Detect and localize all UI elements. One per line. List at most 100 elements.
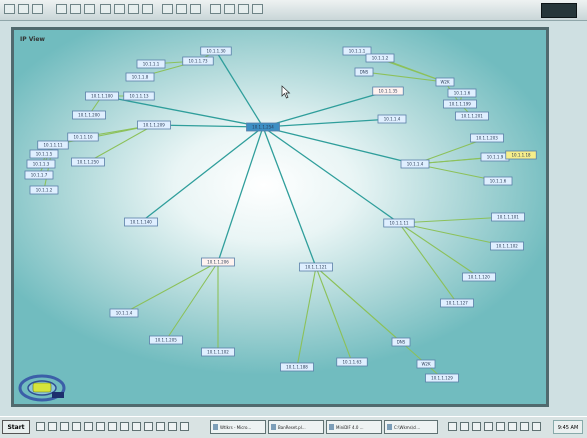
topology-node[interactable]: 10.1.1.4 (377, 114, 407, 124)
topology-node[interactable]: 10.1.1.63 (336, 357, 368, 367)
tray-battery-icon[interactable] (532, 422, 541, 431)
topology-node[interactable]: 10.1.1.2 (29, 185, 59, 195)
topology-node[interactable]: 10.1.1.121 (299, 262, 333, 272)
topology-node[interactable]: W2K (416, 359, 436, 369)
topology-node[interactable]: 10.1.1.101 (491, 212, 525, 222)
topology-node[interactable]: 10.1.1.201 (455, 111, 489, 121)
topology-node-label: 10.1.1.4 (407, 161, 424, 166)
tray-volume-icon[interactable] (448, 422, 457, 431)
start-button[interactable]: Start (2, 420, 30, 434)
topology-node[interactable]: 10.1.1.4 (400, 159, 430, 169)
back-icon[interactable] (4, 4, 15, 14)
window-controls[interactable] (541, 3, 577, 18)
stop-icon[interactable] (32, 4, 43, 14)
topology-node[interactable]: 10.1.1.6 (483, 176, 513, 186)
topology-node[interactable]: 10.1.1.7 (24, 170, 54, 180)
properties-icon[interactable] (224, 4, 235, 14)
quicklaunch-help-icon[interactable] (156, 422, 165, 431)
taskbar: Start Wtlkrs - Micro... BanReset.pl... M… (0, 416, 587, 438)
tray-network-icon[interactable] (460, 422, 469, 431)
open-icon[interactable] (70, 4, 81, 14)
quicklaunch-mail-icon[interactable] (60, 422, 69, 431)
topology-node[interactable]: 10.1.1.11 (37, 140, 69, 150)
topology-node-label: 10.1.1.11 (389, 220, 409, 225)
topology-node[interactable]: 10.1.1.1 (136, 59, 166, 69)
topology-link (262, 126, 400, 224)
topology-node[interactable]: 10.1.1.102 (201, 347, 235, 357)
topology-node[interactable]: 10.1.1.6 (447, 88, 477, 98)
taskbar-task-2[interactable]: BanReset.pl... (268, 420, 324, 434)
help-icon[interactable] (252, 4, 263, 14)
topology-node[interactable]: 10.1.1.203 (470, 133, 504, 143)
topology-node[interactable]: 10.1.1.209 (137, 120, 171, 130)
topology-node[interactable]: W2K (435, 77, 455, 87)
tray-printer-icon[interactable] (496, 422, 505, 431)
taskbar-task-3[interactable]: MiniDIF 4.0 ... (326, 420, 382, 434)
zoom-in-icon[interactable] (162, 4, 173, 14)
topology-node[interactable]: 10.1.1.3 (26, 159, 56, 169)
fit-icon[interactable] (190, 4, 201, 14)
topology-node[interactable]: 10.1.1.129 (425, 373, 459, 383)
grid-icon[interactable] (238, 4, 249, 14)
paste-icon[interactable] (142, 4, 153, 14)
quicklaunch-terminal-icon[interactable] (96, 422, 105, 431)
refresh-icon[interactable] (210, 4, 221, 14)
topology-node[interactable]: 10.1.1.11 (383, 218, 415, 228)
taskbar-task-4[interactable]: C:\Wkms\cl... (384, 420, 438, 434)
topology-node[interactable]: 10.1.1.13 (123, 91, 155, 101)
topology-node[interactable]: 10.1.1.206 (201, 257, 235, 267)
topology-node[interactable]: 10.1.1.127 (440, 298, 474, 308)
topology-root-node[interactable]: 10.1.1.254 (246, 122, 280, 132)
topology-node[interactable]: 10.1.1.120 (462, 272, 496, 282)
quicklaunch-monitor-icon[interactable] (168, 422, 177, 431)
topology-link (315, 266, 427, 365)
quicklaunch-desktop-icon[interactable] (36, 422, 45, 431)
topology-node[interactable]: 10.1.1.73 (182, 56, 214, 66)
topology-node[interactable]: 10.1.1.200 (72, 110, 106, 120)
tray-security-icon[interactable] (472, 422, 481, 431)
quicklaunch-tool-icon[interactable] (144, 422, 153, 431)
forward-icon[interactable] (18, 4, 29, 14)
topology-node[interactable]: 10.1.1.250 (71, 157, 105, 167)
topology-node[interactable]: 10.1.1.4 (109, 308, 139, 318)
topology-node[interactable]: 10.1.1.188 (280, 362, 314, 372)
new-icon[interactable] (56, 4, 67, 14)
tray-app-icon[interactable] (520, 422, 529, 431)
topology-node[interactable]: 10.1.1.9 (480, 152, 510, 162)
topology-node-label: 10.1.1.120 (468, 274, 490, 279)
topology-node[interactable]: 10.1.1.8 (125, 72, 155, 82)
topology-node-label: 10.1.1.6 (454, 90, 471, 95)
quicklaunch-network-icon[interactable] (120, 422, 129, 431)
zoom-out-icon[interactable] (176, 4, 187, 14)
topology-node[interactable]: 10.1.1.30 (200, 46, 232, 56)
topology-node[interactable]: 10.1.1.18 (505, 150, 537, 160)
copy-icon[interactable] (128, 4, 139, 14)
cut-icon[interactable] (114, 4, 125, 14)
topology-node-label: 10.1.1.140 (130, 219, 152, 224)
topology-node-label: 10.1.1.18 (511, 152, 531, 157)
topology-node[interactable]: 10.1.1.140 (124, 217, 158, 227)
tray-monitor-icon[interactable] (508, 422, 517, 431)
quicklaunch-settings-icon[interactable] (84, 422, 93, 431)
print-icon[interactable] (100, 4, 111, 14)
topology-node[interactable]: 10.1.1.2 (365, 53, 395, 63)
quicklaunch-editor-icon[interactable] (108, 422, 117, 431)
topology-node[interactable]: 10.1.1.100 (85, 91, 119, 101)
topology-node[interactable]: DNS (354, 67, 374, 77)
quicklaunch-app-icon[interactable] (132, 422, 141, 431)
save-icon[interactable] (84, 4, 95, 14)
topology-node-label: 10.1.1.102 (496, 243, 518, 248)
topology-node[interactable]: 10.1.1.199 (443, 99, 477, 109)
tray-update-icon[interactable] (484, 422, 493, 431)
taskbar-task-1[interactable]: Wtlkrs - Micro... (210, 420, 266, 434)
quicklaunch-folder-icon[interactable] (72, 422, 81, 431)
topology-node[interactable]: DNS (391, 337, 411, 347)
quicklaunch-extra-icon[interactable] (180, 422, 189, 431)
quicklaunch-browser-icon[interactable] (48, 422, 57, 431)
topology-node[interactable]: 10.1.1.5 (29, 149, 59, 159)
topology-node-label: 10.1.1.9 (487, 154, 504, 159)
topology-node[interactable]: 10.1.1.102 (490, 241, 524, 251)
topology-node[interactable]: 10.1.1.10 (67, 132, 99, 142)
topology-node[interactable]: 10.1.1.35 (372, 86, 404, 96)
topology-node[interactable]: 10.1.1.205 (149, 335, 183, 345)
